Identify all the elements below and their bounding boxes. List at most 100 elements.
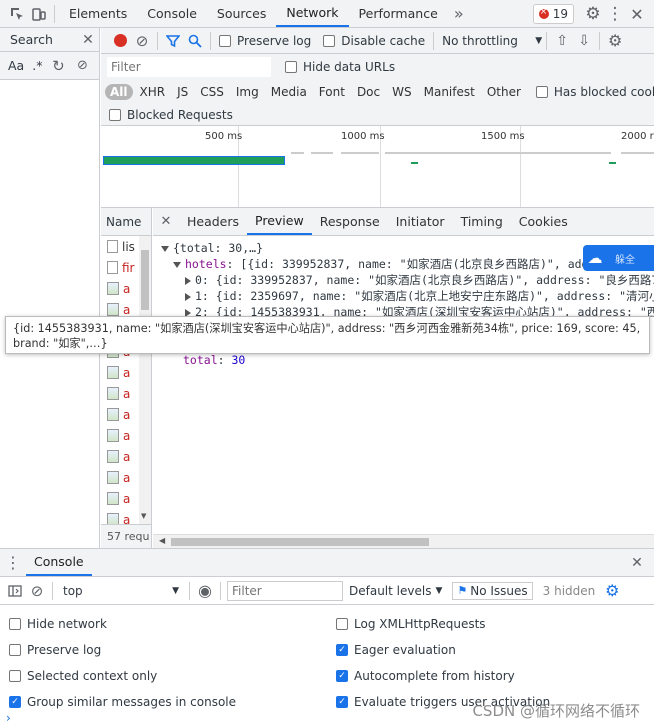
request-name: a — [123, 449, 131, 464]
filter-type-xhr[interactable]: XHR — [135, 84, 171, 100]
search-icon[interactable] — [184, 30, 206, 52]
filter-type-manifest[interactable]: Manifest — [419, 84, 480, 100]
checkbox-checked-icon[interactable]: ✓ — [9, 696, 21, 708]
tab-sources[interactable]: Sources — [207, 0, 276, 27]
filter-type-media[interactable]: Media — [266, 84, 312, 100]
settings-gear-icon[interactable]: ⚙ — [582, 3, 604, 25]
tab-elements[interactable]: Elements — [59, 0, 137, 27]
console-setting-checkbox[interactable]: Selected context only — [9, 663, 157, 689]
tab-console[interactable]: Console — [137, 0, 207, 27]
filter-type-all[interactable]: All — [105, 84, 133, 100]
checkbox-unchecked-icon[interactable] — [9, 618, 21, 630]
console-settings-gear-icon[interactable]: ⚙ — [601, 580, 623, 602]
image-icon — [107, 366, 119, 379]
checkbox-checked-icon[interactable]: ✓ — [336, 644, 348, 656]
image-icon — [107, 303, 119, 316]
blocked-requests-checkbox[interactable]: Blocked Requests — [109, 108, 233, 122]
timeline-gray-line — [341, 152, 379, 154]
checkbox-checked-icon[interactable]: ✓ — [336, 670, 348, 682]
tab-response[interactable]: Response — [312, 208, 388, 235]
separator — [599, 31, 601, 50]
clear-search-icon[interactable]: ⊘ — [74, 55, 90, 77]
tab-preview[interactable]: Preview — [247, 208, 312, 235]
tab-timing[interactable]: Timing — [453, 208, 511, 235]
checkbox-checked-icon[interactable]: ✓ — [336, 696, 348, 708]
filter-type-css[interactable]: CSS — [195, 84, 229, 100]
json-hotel-item[interactable]: 1: {id: 2359697, name: "如家酒店(北京上地安宁庄东路店)… — [161, 288, 654, 304]
name-list-scrollbar[interactable]: ▼ — [139, 236, 151, 524]
refresh-search-icon[interactable]: ↻ — [50, 55, 66, 77]
checkbox-unchecked-icon[interactable] — [9, 670, 21, 682]
timeline-green-mark — [609, 162, 616, 164]
console-sidebar-icon[interactable] — [4, 580, 26, 602]
filter-type-img[interactable]: Img — [231, 84, 264, 100]
hide-data-urls-checkbox[interactable]: Hide data URLs — [285, 60, 395, 74]
timeline-overview[interactable]: 500 ms 1000 ms 1500 ms 2000 r — [101, 126, 654, 208]
filter-type-font[interactable]: Font — [314, 84, 350, 100]
console-setting-checkbox[interactable]: ✓ Eager evaluation — [336, 637, 456, 663]
record-button[interactable] — [109, 30, 131, 52]
console-setting-checkbox[interactable]: ✓ Autocomplete from history — [336, 663, 515, 689]
filter-input[interactable] — [107, 57, 271, 77]
match-case-toggle[interactable]: Aa — [8, 58, 24, 73]
network-settings-gear-icon[interactable]: ⚙ — [604, 30, 626, 52]
import-har-icon[interactable]: ⇧ — [551, 30, 573, 52]
drawer-tab-console[interactable]: Console — [26, 549, 92, 576]
console-setting-checkbox[interactable]: Log XMLHttpRequests — [336, 611, 486, 637]
log-levels-select[interactable]: Default levels ▼ — [349, 584, 442, 598]
tab-performance[interactable]: Performance — [349, 0, 448, 27]
preserve-log-checkbox[interactable]: Preserve log — [219, 34, 311, 48]
close-drawer-icon[interactable]: ✕ — [626, 552, 648, 574]
has-blocked-cookies-box[interactable] — [535, 86, 548, 98]
regex-toggle[interactable]: .* — [32, 58, 42, 73]
filter-funnel-icon[interactable] — [162, 30, 184, 52]
blocked-requests-box[interactable] — [109, 109, 121, 121]
devtools-main-tabbar: Elements Console Sources Network Perform… — [0, 0, 654, 28]
console-filter-input[interactable] — [227, 580, 343, 601]
filter-type-js[interactable]: JS — [172, 84, 193, 100]
disable-cache-checkbox[interactable]: Disable cache — [323, 34, 425, 48]
device-toolbar-icon[interactable] — [28, 3, 50, 25]
more-options-icon[interactable]: ⋮ — [604, 3, 626, 25]
live-expression-eye-icon[interactable]: ◉ — [194, 580, 216, 602]
issues-button[interactable]: ⚑ No Issues — [452, 581, 533, 600]
checkbox-unchecked-icon[interactable] — [9, 644, 21, 656]
filter-type-ws[interactable]: WS — [387, 84, 416, 100]
console-prompt-caret-icon[interactable]: › — [6, 711, 11, 725]
close-search-icon[interactable]: ✕ — [77, 29, 99, 51]
more-tabs-icon[interactable]: » — [448, 3, 470, 25]
close-detail-icon[interactable]: ✕ — [153, 211, 179, 233]
clear-log-icon[interactable]: ⊘ — [131, 30, 153, 52]
document-icon — [107, 240, 118, 253]
tab-initiator[interactable]: Initiator — [388, 208, 453, 235]
has-blocked-cookies-checkbox[interactable]: Has blocked cookies — [535, 85, 654, 99]
filter-type-other[interactable]: Other — [482, 84, 526, 100]
name-column-header[interactable]: Name — [106, 215, 141, 229]
drawer-menu-icon[interactable]: ⋮ — [0, 552, 26, 574]
inspect-element-icon[interactable] — [6, 3, 28, 25]
close-devtools-icon[interactable]: ✕ — [626, 3, 648, 25]
error-count-badge[interactable]: × 19 — [532, 4, 574, 24]
json-root-node[interactable]: {total: 30,…} — [161, 240, 654, 256]
tab-headers[interactable]: Headers — [179, 208, 247, 235]
preserve-log-box[interactable] — [219, 34, 231, 47]
disable-cache-box[interactable] — [323, 34, 336, 47]
filter-type-doc[interactable]: Doc — [352, 84, 385, 100]
json-hotels-node[interactable]: hotels: [{id: 339952837, name: "如家酒店(北京良… — [161, 256, 654, 272]
floating-widget[interactable]: ☁ 躲全 — [583, 245, 654, 271]
export-har-icon[interactable]: ⇩ — [573, 30, 595, 52]
detail-horizontal-scrollbar[interactable]: ◀ — [153, 534, 654, 548]
tab-network[interactable]: Network — [276, 0, 349, 27]
checkbox-unchecked-icon[interactable] — [336, 618, 348, 630]
context-select[interactable]: top ▼ — [57, 584, 185, 598]
clear-console-icon[interactable]: ⊘ — [26, 580, 48, 602]
image-icon — [107, 492, 119, 505]
tab-cookies[interactable]: Cookies — [511, 208, 576, 235]
json-hotel-item[interactable]: 0: {id: 339952837, name: "如家酒店(北京良乡西路店)"… — [161, 272, 654, 288]
console-setting-checkbox[interactable]: ✓ Group similar messages in console — [9, 689, 236, 715]
throttling-select[interactable]: No throttling ▼ — [442, 34, 542, 48]
console-setting-checkbox[interactable]: Preserve log — [9, 637, 101, 663]
console-setting-checkbox[interactable]: Hide network — [9, 611, 107, 637]
chevron-down-icon: ▼ — [435, 585, 443, 596]
hide-data-urls-box[interactable] — [285, 61, 297, 73]
